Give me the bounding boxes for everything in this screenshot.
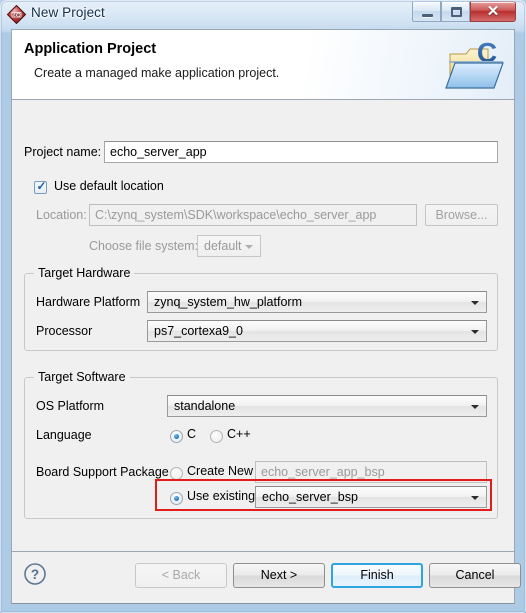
chevron-down-icon bbox=[245, 245, 253, 249]
file-system-combo: default bbox=[197, 235, 261, 257]
page-subtitle: Create a managed make application projec… bbox=[34, 66, 280, 80]
language-label: Language bbox=[36, 428, 92, 442]
finish-button[interactable]: Finish bbox=[331, 563, 423, 588]
chevron-down-icon bbox=[471, 405, 479, 409]
use-default-location-label: Use default location bbox=[54, 179, 164, 193]
page-title: Application Project bbox=[24, 41, 157, 57]
window-title: New Project bbox=[31, 5, 105, 20]
cancel-button[interactable]: Cancel bbox=[429, 563, 521, 588]
help-icon[interactable]: ? bbox=[23, 562, 47, 586]
language-c-radio[interactable] bbox=[170, 430, 183, 443]
bsp-create-new-input: echo_server_app_bsp bbox=[255, 461, 487, 483]
os-platform-combo[interactable]: standalone bbox=[167, 395, 487, 417]
bsp-create-new-label: Create New bbox=[187, 464, 253, 478]
chevron-down-icon bbox=[471, 301, 479, 305]
close-button[interactable]: ✕ bbox=[470, 1, 516, 22]
close-icon: ✕ bbox=[486, 3, 500, 20]
maximize-restore-button[interactable] bbox=[441, 1, 470, 22]
processor-label: Processor bbox=[36, 324, 93, 338]
bsp-use-existing-radio[interactable] bbox=[170, 492, 183, 505]
bsp-use-existing-combo[interactable]: echo_server_bsp bbox=[255, 486, 487, 508]
c-project-folder-icon: C bbox=[444, 36, 506, 94]
next-button[interactable]: Next > bbox=[233, 563, 325, 588]
processor-value: ps7_cortexa9_0 bbox=[154, 324, 243, 338]
os-platform-value: standalone bbox=[174, 399, 236, 413]
target-hardware-group-title: Target Hardware bbox=[34, 266, 135, 280]
bsp-create-new-radio[interactable] bbox=[170, 467, 183, 480]
language-cpp-label: C++ bbox=[227, 427, 251, 441]
back-button: < Back bbox=[135, 563, 227, 588]
window-frame: SDK New Project ✕ Application Project Cr… bbox=[0, 0, 526, 613]
minimize-icon bbox=[422, 14, 433, 17]
restore-icon bbox=[451, 7, 462, 17]
board-support-package-label: Board Support Package bbox=[36, 465, 169, 479]
choose-file-system-label: Choose file system: bbox=[89, 239, 199, 253]
minimize-button[interactable] bbox=[412, 1, 441, 22]
bsp-use-existing-value: echo_server_bsp bbox=[262, 490, 358, 504]
sdk-diamond-icon: SDK bbox=[6, 4, 27, 25]
svg-text:SDK: SDK bbox=[12, 12, 22, 17]
file-system-value: default bbox=[204, 239, 242, 253]
dialog-footer: ? < Back Next > Finish Cancel bbox=[12, 552, 521, 603]
location-input: C:\zynq_system\SDK\workspace\echo_server… bbox=[89, 204, 417, 226]
title-bar[interactable]: SDK New Project ✕ bbox=[0, 0, 526, 29]
browse-button: Browse... bbox=[425, 204, 498, 226]
hardware-platform-combo[interactable]: zynq_system_hw_platform bbox=[147, 291, 487, 313]
dialog-header: Application Project Create a managed mak… bbox=[12, 30, 514, 100]
os-platform-label: OS Platform bbox=[36, 399, 105, 413]
new-project-dialog: Application Project Create a managed mak… bbox=[11, 29, 521, 604]
hardware-platform-label: Hardware Platform bbox=[36, 295, 141, 309]
location-label: Location: bbox=[36, 208, 87, 222]
svg-text:?: ? bbox=[31, 567, 39, 582]
chevron-down-icon bbox=[471, 496, 479, 500]
project-name-input[interactable]: echo_server_app bbox=[104, 141, 498, 163]
hardware-platform-value: zynq_system_hw_platform bbox=[154, 295, 302, 309]
language-cpp-radio[interactable] bbox=[210, 430, 223, 443]
dialog-content: Project name: echo_server_app ✓ Use defa… bbox=[12, 101, 514, 551]
project-name-label: Project name: bbox=[24, 145, 102, 159]
chevron-down-icon bbox=[471, 330, 479, 334]
language-c-label: C bbox=[187, 427, 197, 441]
bsp-use-existing-label: Use existing bbox=[187, 489, 256, 503]
use-default-location-checkbox[interactable]: ✓ bbox=[34, 179, 47, 194]
checkmark-icon: ✓ bbox=[36, 179, 47, 193]
processor-combo[interactable]: ps7_cortexa9_0 bbox=[147, 320, 487, 342]
target-software-group-title: Target Software bbox=[34, 370, 130, 384]
